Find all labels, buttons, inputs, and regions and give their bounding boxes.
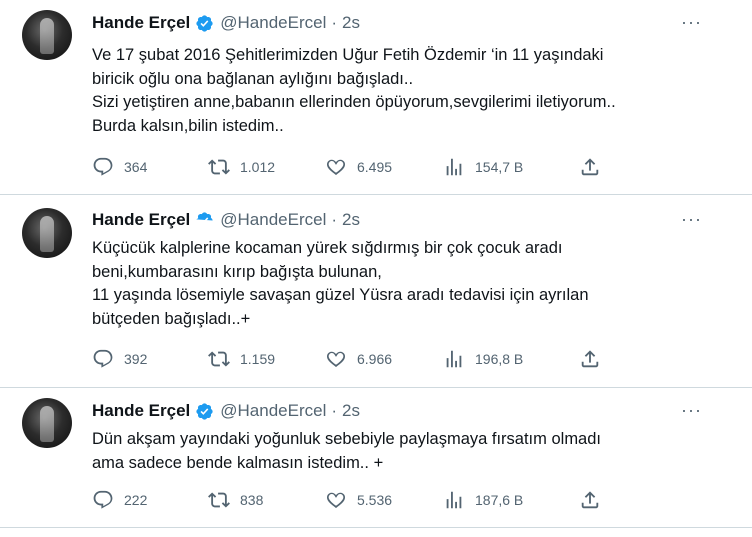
reply-count: 392: [124, 351, 148, 367]
user-handle[interactable]: @HandeErcel: [220, 12, 326, 34]
retweet-button[interactable]: 1.012: [208, 155, 275, 179]
views-button[interactable]: 187,6 B: [443, 488, 523, 512]
display-name[interactable]: Hande Erçel: [92, 12, 190, 34]
views-bar-chart-icon: [446, 491, 462, 509]
like-count: 5.536: [357, 492, 393, 508]
retweet-button[interactable]: 838: [208, 488, 263, 512]
retweet-icon: [208, 351, 230, 367]
display-name[interactable]: Hande Erçel: [92, 400, 190, 422]
retweet-count: 838: [240, 492, 264, 508]
avatar[interactable]: [22, 208, 72, 258]
verified-badge-icon: [195, 402, 214, 421]
timestamp[interactable]: 2s: [342, 400, 360, 422]
separator-dot: ·: [331, 401, 338, 420]
reply-icon: [93, 157, 113, 176]
retweet-count: 1.159: [240, 351, 276, 367]
retweet-count: 1.012: [240, 159, 276, 175]
tweet[interactable]: Hande Erçel @HandeErcel · 2s ··· Küçücük…: [0, 195, 752, 388]
tweet-text: Ve 17 şubat 2016 Şehitlerimizden Uğur Fe…: [92, 44, 616, 138]
user-handle[interactable]: @HandeErcel: [220, 400, 326, 422]
tweet-text: Dün akşam yayındaki yoğunluk sebebiyle p…: [92, 428, 601, 475]
tweet-header: Hande Erçel @HandeErcel · 2s: [92, 12, 360, 34]
like-count: 6.966: [357, 351, 393, 367]
reply-icon: [93, 490, 113, 509]
share-icon: [581, 491, 599, 509]
avatar[interactable]: [22, 10, 72, 60]
share-icon: [581, 158, 599, 176]
views-button[interactable]: 196,8 B: [443, 347, 523, 371]
like-count: 6.495: [357, 159, 393, 175]
tweet-text-line: Küçücük kalplerine kocaman yürek sığdırm…: [92, 239, 563, 257]
tweet[interactable]: Hande Erçel @HandeErcel · 2s ··· Ve 17 ş…: [0, 0, 752, 195]
reply-count: 364: [124, 159, 148, 175]
display-name[interactable]: Hande Erçel: [92, 209, 190, 231]
like-button[interactable]: 6.495: [325, 155, 392, 179]
retweet-icon: [208, 159, 230, 175]
verified-badge-icon: [195, 211, 214, 230]
separator-dot: ·: [331, 13, 338, 32]
view-count: 187,6 B: [475, 492, 524, 508]
user-handle[interactable]: @HandeErcel: [220, 209, 326, 231]
tweet-header: Hande Erçel @HandeErcel · 2s: [92, 400, 360, 422]
view-count: 196,8 B: [475, 351, 524, 367]
retweet-icon: [208, 492, 230, 508]
avatar[interactable]: [22, 398, 72, 448]
like-button[interactable]: 6.966: [325, 347, 392, 371]
tweet-text: Küçücük kalplerine kocaman yürek sığdırm…: [92, 237, 589, 331]
like-button[interactable]: 5.536: [325, 488, 392, 512]
reply-count: 222: [124, 492, 148, 508]
timestamp[interactable]: 2s: [342, 209, 360, 231]
heart-icon: [326, 492, 346, 508]
retweet-button[interactable]: 1.159: [208, 347, 275, 371]
verified-badge-icon: [195, 14, 214, 33]
share-button[interactable]: [579, 347, 601, 371]
tweet-text-line: beni,kumbarasını kırıp bağışta bulunan,: [92, 262, 382, 281]
tweet[interactable]: Hande Erçel @HandeErcel · 2s ··· Dün akş…: [0, 388, 752, 528]
tweet-text-line: bütçeden bağışladı..+: [92, 309, 251, 328]
separator-dot: ·: [331, 210, 338, 229]
views-button[interactable]: 154,7 B: [443, 155, 523, 179]
tweet-text-line: ama sadece bende kalmasın istedim.. +: [92, 453, 384, 472]
reply-button[interactable]: 392: [92, 347, 147, 371]
reply-button[interactable]: 222: [92, 488, 147, 512]
reply-button[interactable]: 364: [92, 155, 147, 179]
tweet-text-line: biricik oğlu ona bağlanan aylığını bağış…: [92, 69, 414, 88]
tweet-actions: 392 1.159 6.966 196,8 B: [92, 347, 612, 371]
tweet-text-line: Ve 17 şubat 2016 Şehitlerimizden Uğur Fe…: [92, 46, 604, 64]
reply-icon: [93, 349, 113, 368]
view-count: 154,7 B: [475, 159, 524, 175]
timestamp[interactable]: 2s: [342, 12, 360, 34]
share-button[interactable]: [579, 155, 601, 179]
views-bar-chart-icon: [446, 158, 462, 176]
views-bar-chart-icon: [446, 350, 462, 368]
share-icon: [581, 350, 599, 368]
tweet-text-line: Burda kalsın,bilin istedim..: [92, 116, 284, 135]
heart-icon: [326, 159, 346, 175]
tweet-feed: Hande Erçel @HandeErcel · 2s ··· Ve 17 ş…: [0, 0, 752, 537]
tweet-text-line: 11 yaşında lösemiyle savaşan güzel Yüsra…: [92, 286, 589, 304]
more-options-icon[interactable]: ···: [681, 400, 702, 420]
share-button[interactable]: [579, 488, 601, 512]
tweet-header: Hande Erçel @HandeErcel · 2s: [92, 209, 360, 231]
tweet-text-line: Dün akşam yayındaki yoğunluk sebebiyle p…: [92, 430, 601, 448]
tweet-actions: 222 838 5.536 187,6 B: [92, 488, 612, 512]
more-options-icon[interactable]: ···: [681, 12, 702, 32]
more-options-icon[interactable]: ···: [681, 209, 702, 229]
tweet-text-line: Sizi yetiştiren anne,babanın ellerinden …: [92, 93, 616, 111]
tweet-actions: 364 1.012 6.495 154,7 B: [92, 155, 612, 179]
heart-icon: [326, 351, 346, 367]
